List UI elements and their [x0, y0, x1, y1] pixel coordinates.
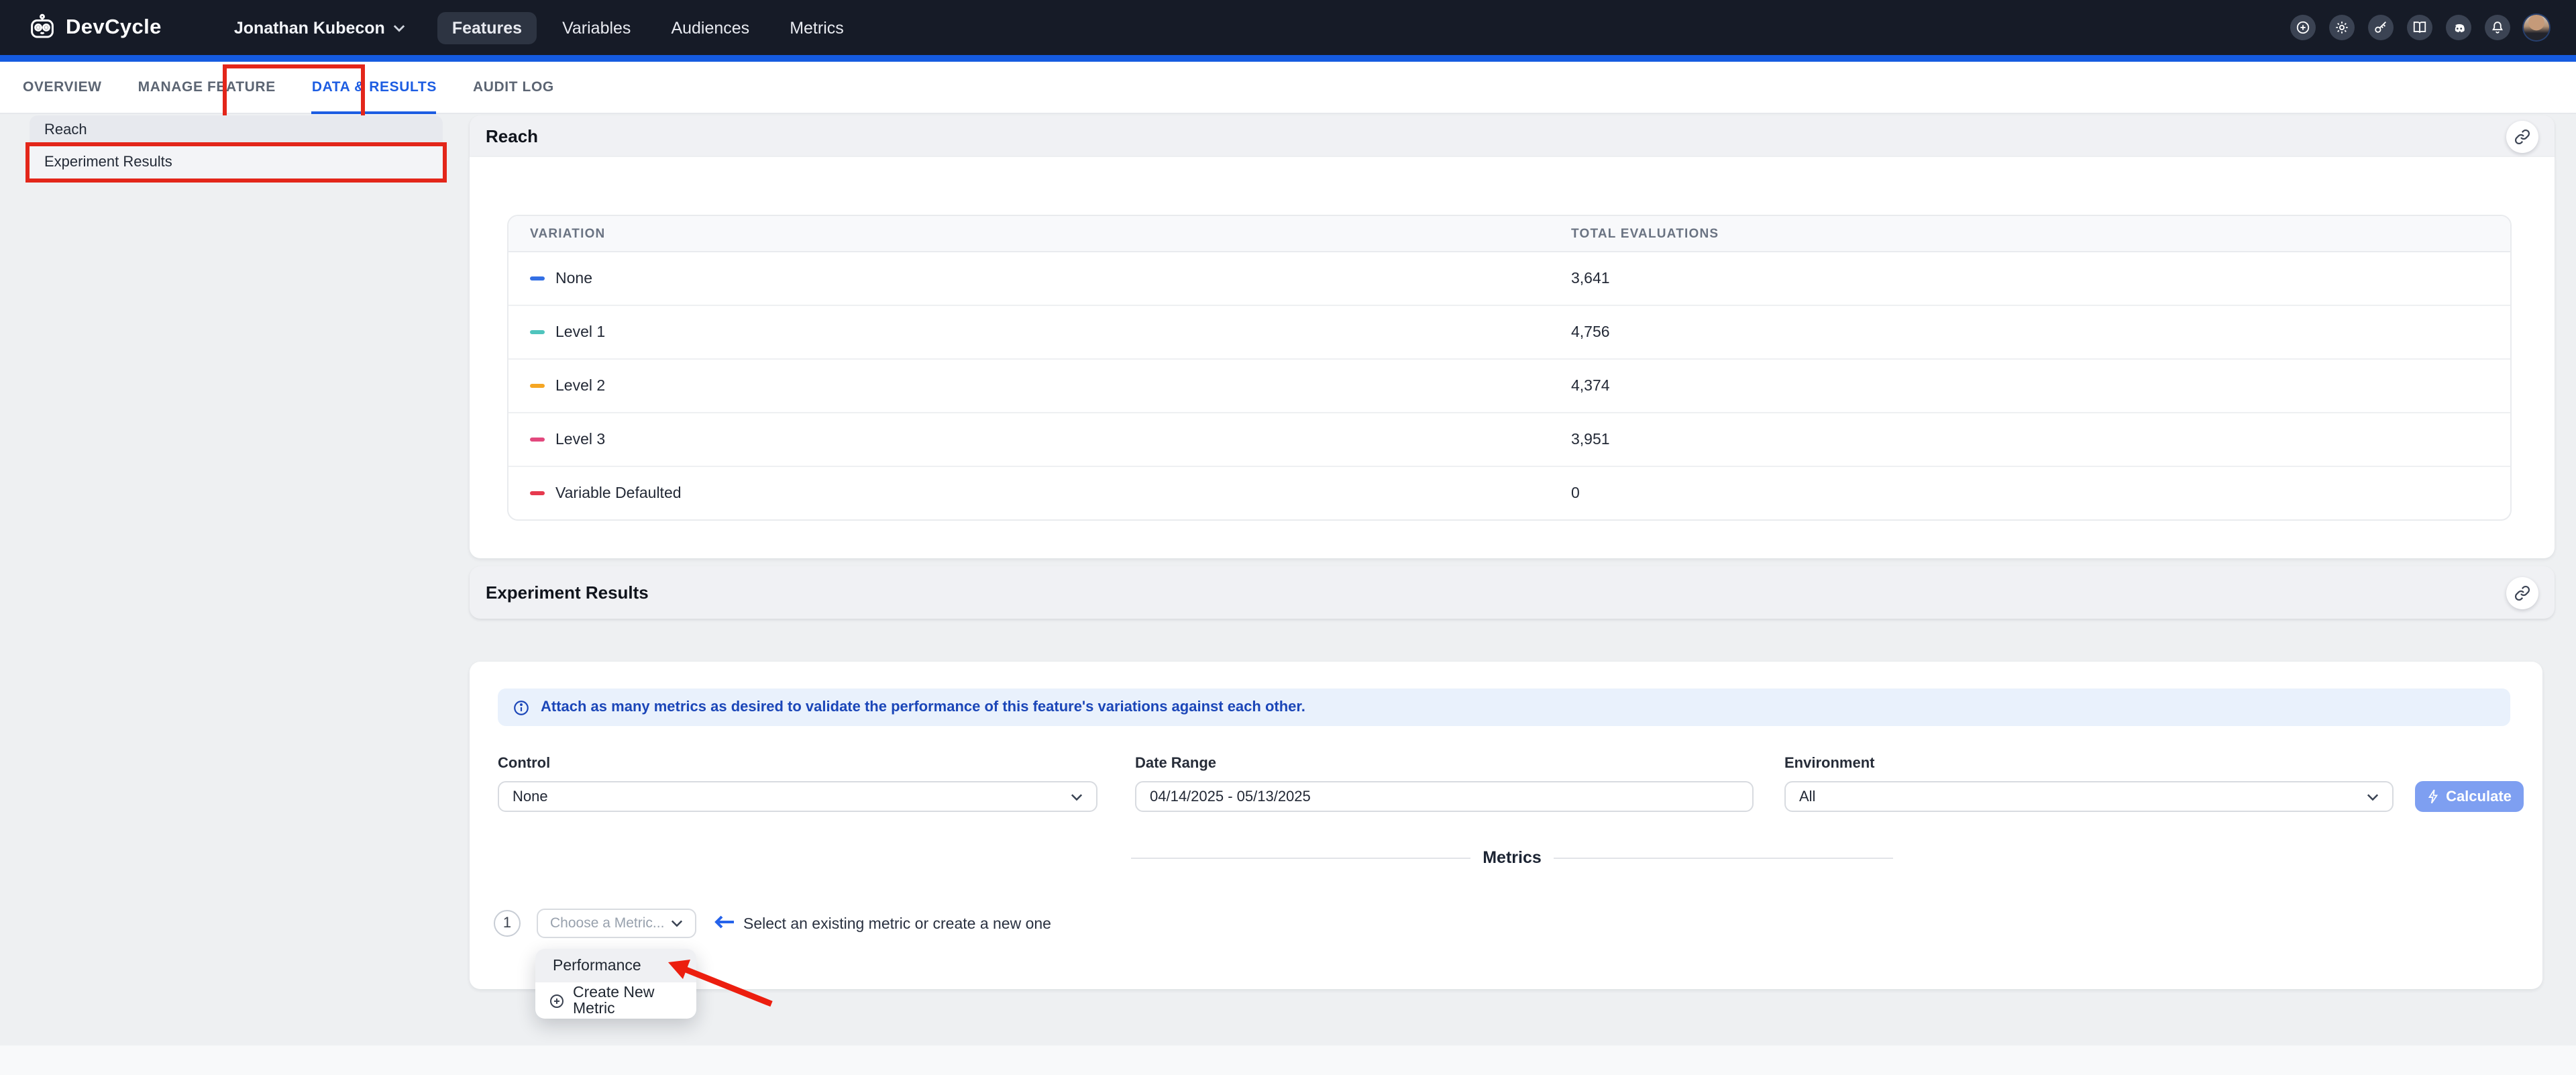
bolt-icon [2427, 789, 2439, 804]
experiment-results-section-header: Experiment Results [470, 566, 2555, 619]
metric-row-number: 1 [494, 910, 521, 937]
chevron-down-icon [2367, 792, 2379, 801]
primary-nav: Features Variables Audiences Metrics [437, 11, 859, 44]
info-icon [513, 699, 530, 716]
metrics-divider: Metrics [1131, 848, 1893, 867]
chevron-down-icon [393, 23, 405, 32]
devcycle-logo[interactable]: DevCycle [28, 13, 162, 42]
table-row: Level 1 4,756 [508, 306, 2510, 360]
environment-select[interactable]: All [1784, 781, 2394, 812]
control-label: Control [498, 756, 550, 772]
add-circle-icon[interactable] [2290, 15, 2316, 40]
variation-evaluations-table: VARIATION TOTAL EVALUATIONS None 3,641 L… [507, 215, 2512, 521]
table-row: Variable Defaulted 0 [508, 467, 2510, 519]
devcycle-app: DevCycle Jonathan Kubecon Features Varia… [0, 0, 2576, 1075]
variation-color-swatch [530, 330, 545, 335]
left-arrow-icon [712, 915, 735, 929]
nav-item-features[interactable]: Features [437, 11, 537, 44]
top-navigation: DevCycle Jonathan Kubecon Features Varia… [0, 0, 2576, 55]
nav-actions [2290, 15, 2549, 40]
variation-color-swatch [530, 384, 545, 389]
control-select[interactable]: None [498, 781, 1097, 812]
chevron-down-icon [1071, 792, 1083, 801]
key-icon[interactable] [2368, 15, 2394, 40]
gear-icon[interactable] [2329, 15, 2355, 40]
link-icon [2514, 584, 2530, 601]
variation-color-swatch [530, 438, 545, 442]
calculate-button[interactable]: Calculate [2415, 781, 2524, 812]
bell-icon[interactable] [2485, 15, 2510, 40]
annotation-arrow [657, 948, 785, 1012]
annotation-box-data-results [223, 64, 365, 119]
metric-helper-text: Select an existing metric or create a ne… [743, 917, 1051, 933]
accent-bar [0, 55, 2576, 62]
table-row: Level 2 4,374 [508, 360, 2510, 413]
column-header-variation: VARIATION [530, 226, 606, 241]
sidebar-item-experiment-results[interactable]: Experiment Results [30, 145, 443, 178]
table-header-row: VARIATION TOTAL EVALUATIONS [508, 216, 2510, 252]
brand-name: DevCycle [66, 15, 162, 40]
experiment-results-card: Attach as many metrics as desired to val… [470, 662, 2542, 989]
devcycle-robot-icon [28, 13, 56, 42]
info-banner-text: Attach as many metrics as desired to val… [541, 699, 1305, 715]
reach-permalink-button[interactable] [2506, 120, 2538, 152]
table-row: None 3,641 [508, 252, 2510, 306]
reach-section-header: Reach [470, 115, 2555, 157]
reach-title: Reach [486, 126, 538, 146]
discord-icon[interactable] [2446, 15, 2471, 40]
info-banner: Attach as many metrics as desired to val… [498, 688, 2510, 726]
date-range-label: Date Range [1135, 756, 1216, 772]
choose-metric-select[interactable]: Choose a Metric... [537, 909, 696, 938]
sidebar-item-reach[interactable]: Reach [30, 115, 443, 145]
feature-tabbar: OVERVIEW MANAGE FEATURE DATA & RESULTS A… [0, 62, 2576, 114]
column-header-total-evaluations: TOTAL EVALUATIONS [1571, 226, 1719, 241]
metrics-heading: Metrics [1483, 848, 1542, 867]
reach-card: VARIATION TOTAL EVALUATIONS None 3,641 L… [470, 157, 2555, 558]
user-avatar[interactable] [2524, 15, 2549, 40]
nav-item-variables[interactable]: Variables [547, 11, 645, 44]
plus-circle-icon [549, 992, 565, 1009]
nav-item-audiences[interactable]: Audiences [656, 11, 764, 44]
book-icon[interactable] [2407, 15, 2432, 40]
link-icon [2514, 128, 2530, 144]
date-range-input[interactable]: 04/14/2025 - 05/13/2025 [1135, 781, 1754, 812]
variation-color-swatch [530, 276, 545, 281]
table-row: Level 3 3,951 [508, 413, 2510, 467]
variation-color-swatch [530, 491, 545, 496]
experiment-results-title: Experiment Results [486, 582, 649, 603]
experiment-permalink-button[interactable] [2506, 576, 2538, 609]
project-selector[interactable]: Jonathan Kubecon [234, 18, 405, 37]
environment-label: Environment [1784, 756, 1874, 772]
tab-overview[interactable]: OVERVIEW [23, 62, 102, 114]
annotation-box-experiment-results [25, 142, 447, 183]
chevron-down-icon [671, 919, 683, 927]
tab-audit-log[interactable]: AUDIT LOG [473, 62, 554, 114]
nav-item-metrics[interactable]: Metrics [775, 11, 859, 44]
footer-strip [0, 1045, 2576, 1075]
section-sidebar: Reach Experiment Results [30, 115, 443, 178]
